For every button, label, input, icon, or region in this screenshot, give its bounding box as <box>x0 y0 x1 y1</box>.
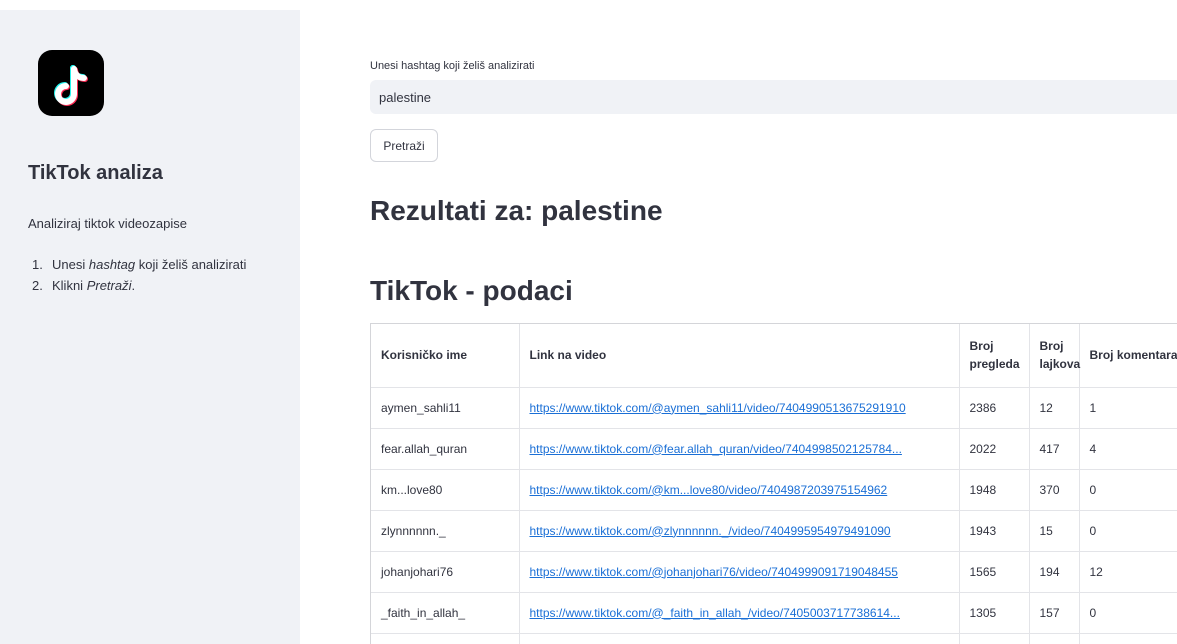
cell-views: 1948 <box>959 469 1030 511</box>
video-link[interactable]: https://www.tiktok.com/@_faith_in_allah_… <box>519 592 960 634</box>
cell-comments: 12 <box>1079 551 1177 593</box>
column-header-views[interactable]: Broj pregleda <box>959 324 1030 388</box>
data-table[interactable]: Korisničko ime Link na video Broj pregle… <box>370 323 1177 644</box>
cell-likes: 370 <box>1029 469 1080 511</box>
instruction-list: 1. Unesi hashtag koji želiš analizirati … <box>28 254 246 296</box>
hashtag-input[interactable] <box>370 80 1177 114</box>
video-link[interactable]: https://www.tiktok.com/@fear.allah_quran… <box>519 428 960 470</box>
video-link[interactable]: https://www.tiktok.com/@johanjohari76/vi… <box>519 551 960 593</box>
cell-views: 2386 <box>959 387 1030 429</box>
sidebar: TikTok analiza Analiziraj tiktok videoza… <box>0 10 300 644</box>
cell-comments: 0 <box>1079 469 1177 511</box>
cell-likes: 12 <box>1029 387 1080 429</box>
cell-username: zlynnnnnn._ <box>371 510 520 552</box>
table-row: johanjohari76 https://www.tiktok.com/@jo… <box>371 551 1177 593</box>
cell-comments: 0 <box>1079 592 1177 634</box>
search-button[interactable]: Pretraži <box>370 129 438 162</box>
video-link[interactable]: https://www.tiktok.com/@km...love80/vide… <box>519 469 960 511</box>
cell-username: johanjohari76 <box>371 551 520 593</box>
cell-username <box>371 633 520 644</box>
hashtag-input-label: Unesi hashtag koji želiš analizirati <box>370 60 535 72</box>
table-row: km...love80 https://www.tiktok.com/@km..… <box>371 469 1177 511</box>
cell-likes <box>1029 633 1080 644</box>
column-header-video-link[interactable]: Link na video <box>519 324 960 388</box>
step-text: Unesi hashtag koji želiš analizirati <box>52 257 247 272</box>
table-row: _faith_in_allah_ https://www.tiktok.com/… <box>371 592 1177 634</box>
instruction-step: 2. Klikni Pretraži. <box>28 275 246 296</box>
video-link[interactable] <box>519 633 960 644</box>
video-link[interactable]: https://www.tiktok.com/@zlynnnnnn._/vide… <box>519 510 960 552</box>
step-number: 2. <box>32 278 43 293</box>
cell-likes: 194 <box>1029 551 1080 593</box>
cell-views: 2022 <box>959 428 1030 470</box>
step-number: 1. <box>32 257 43 272</box>
cell-views: 1943 <box>959 510 1030 552</box>
table-row: aymen_sahli11 https://www.tiktok.com/@ay… <box>371 387 1177 429</box>
sidebar-title: TikTok analiza <box>28 162 163 184</box>
cell-username: km...love80 <box>371 469 520 511</box>
cell-likes: 15 <box>1029 510 1080 552</box>
cell-likes: 157 <box>1029 592 1080 634</box>
table-row: fear.allah_quran https://www.tiktok.com/… <box>371 428 1177 470</box>
cell-username: _faith_in_allah_ <box>371 592 520 634</box>
cell-username: fear.allah_quran <box>371 428 520 470</box>
main-content: Unesi hashtag koji želiš analizirati Pre… <box>370 0 1177 644</box>
cell-views <box>959 633 1030 644</box>
video-link[interactable]: https://www.tiktok.com/@aymen_sahli11/vi… <box>519 387 960 429</box>
tiktok-logo-icon <box>38 50 104 116</box>
table-row <box>371 633 1177 644</box>
instruction-step: 1. Unesi hashtag koji želiš analizirati <box>28 254 246 275</box>
column-header-username[interactable]: Korisničko ime <box>371 324 520 388</box>
cell-comments <box>1079 633 1177 644</box>
cell-views: 1565 <box>959 551 1030 593</box>
data-heading: TikTok - podaci <box>370 275 573 306</box>
results-heading: Rezultati za: palestine <box>370 195 663 226</box>
cell-comments: 1 <box>1079 387 1177 429</box>
cell-comments: 4 <box>1079 428 1177 470</box>
cell-likes: 417 <box>1029 428 1080 470</box>
step-text: Klikni Pretraži. <box>52 278 136 293</box>
column-header-likes[interactable]: Broj lajkova <box>1029 324 1080 388</box>
cell-comments: 0 <box>1079 510 1177 552</box>
sidebar-description: Analiziraj tiktok videozapise <box>28 216 187 231</box>
table-row: zlynnnnnn._ https://www.tiktok.com/@zlyn… <box>371 510 1177 552</box>
cell-username: aymen_sahli11 <box>371 387 520 429</box>
table-header-row: Korisničko ime Link na video Broj pregle… <box>371 324 1177 388</box>
column-header-comments[interactable]: Broj komentara <box>1079 324 1177 388</box>
cell-views: 1305 <box>959 592 1030 634</box>
